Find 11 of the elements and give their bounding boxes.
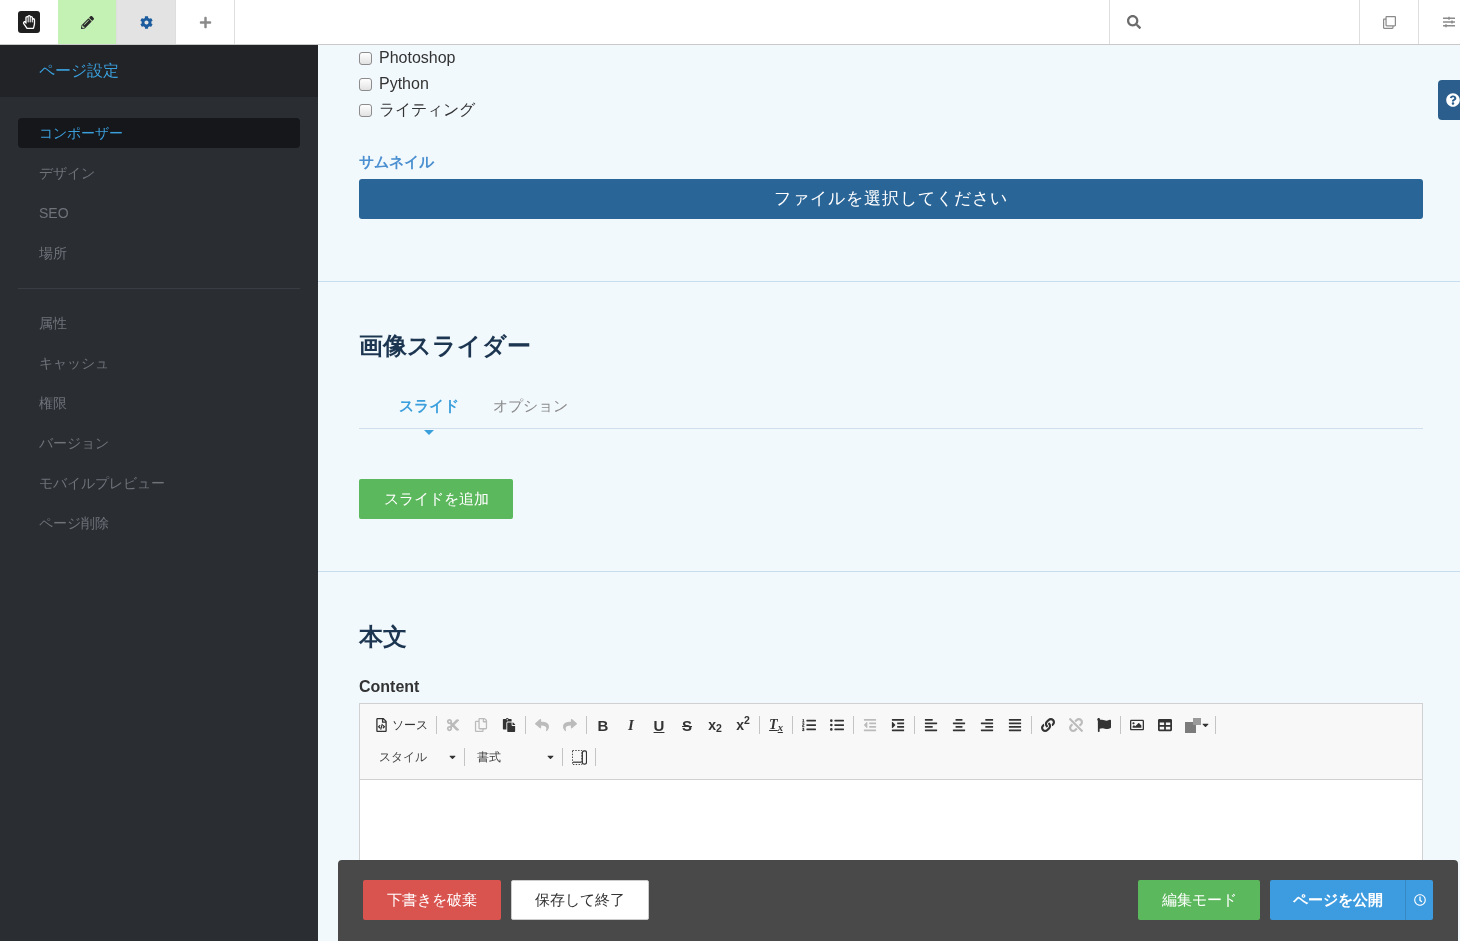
section-heading: 本文: [359, 622, 407, 652]
source-label: ソース: [392, 717, 428, 734]
checkbox-label: Python: [379, 74, 429, 94]
checkbox-label: Photoshop: [379, 48, 456, 68]
dropdown-label: スタイル: [379, 749, 427, 766]
section-heading: 画像スライダー: [359, 331, 531, 361]
field-label: サムネイル: [359, 152, 434, 172]
dropdown-label: 書式: [477, 749, 501, 766]
checkbox-label: ライティング: [379, 100, 475, 120]
sidebar-title: ページ設定: [39, 61, 119, 81]
field-label: Content: [359, 677, 420, 697]
